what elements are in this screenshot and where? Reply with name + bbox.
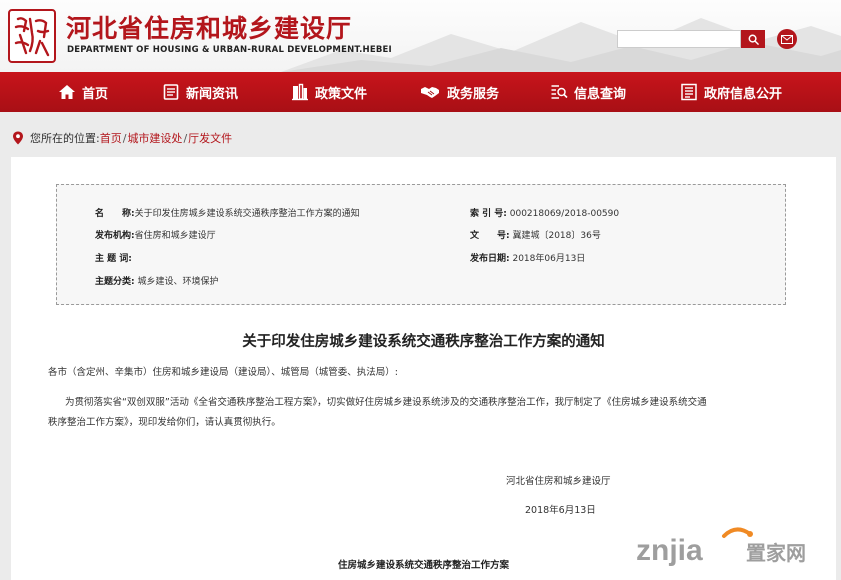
meta-index-value: 000218069/2018-00590 [509, 209, 620, 219]
meta-name-row: 名 称:关于印发住房城乡建设系统交通秩序整治工作方案的通知 [95, 206, 360, 219]
meta-index-label: 索 引 号: [470, 209, 507, 219]
nav-item-label: 新闻资讯 [186, 86, 239, 102]
seal-logo-icon[interactable] [8, 9, 56, 63]
news-icon [163, 84, 179, 100]
main-nav: 首页 新闻资讯 政策文件 政务服务 信息查询 政府信息公开 [0, 72, 841, 112]
nav-item-services[interactable]: 政务服务 [419, 72, 499, 112]
document-signer: 河北省住房和城乡建设厅 [506, 476, 611, 487]
nav-item-label: 政府信息公开 [704, 86, 783, 102]
document-body-line-1: 为贯彻落实省“双创双服”活动《全省交通秩序整治工程方案》，切实做好住房城乡建设系… [65, 397, 707, 408]
search-icon [748, 34, 759, 45]
watermark-text: 置家网 [746, 541, 806, 565]
mail-button[interactable] [777, 29, 797, 49]
document-title: 关于印发住房城乡建设系统交通秩序整治工作方案的通知 [242, 334, 605, 350]
nav-item-inquiry[interactable]: 信息查询 [550, 72, 626, 112]
document-list-icon [681, 83, 697, 101]
breadcrumb-home-link[interactable]: 首页 [100, 130, 122, 146]
nav-item-home[interactable]: 首页 [58, 72, 108, 112]
breadcrumb-separator: / [183, 131, 188, 145]
meta-publisher-value: 省住房和城乡建设厅 [134, 231, 216, 241]
meta-category-label: 主题分类: [95, 277, 135, 287]
meta-date-row: 发布日期: 2018年06月13日 [470, 251, 585, 264]
meta-category-value: 城乡建设、环境保护 [137, 277, 219, 287]
location-pin-icon [13, 131, 23, 145]
nav-item-gov-info[interactable]: 政府信息公开 [680, 72, 782, 112]
breadcrumb: 您所在的位置: 首页 / 城市建设处 / 厅发文件 [12, 130, 232, 146]
search-list-icon [551, 85, 568, 99]
handshake-icon [421, 87, 439, 98]
meta-subject-row: 主 题 词: [95, 251, 132, 264]
nav-item-policy[interactable]: 政策文件 [291, 72, 367, 112]
meta-docno-label: 文 号: [470, 231, 510, 241]
home-icon [59, 85, 75, 99]
nav-item-label: 信息查询 [574, 86, 627, 102]
meta-docno-row: 文 号: 冀建城〔2018〕36号 [470, 228, 601, 241]
meta-name-value: 关于印发住房城乡建设系统交通秩序整治工作方案的通知 [134, 209, 360, 219]
site-title: 河北省住房和城乡建设厅 [66, 14, 353, 43]
breadcrumb-docs-link[interactable]: 厅发文件 [188, 130, 232, 146]
site-subtitle: DEPARTMENT OF HOUSING & URBAN-RURAL DEVE… [67, 45, 392, 55]
building-icon [292, 83, 308, 101]
meta-docno-value: 冀建城〔2018〕36号 [512, 231, 601, 241]
search-input[interactable] [617, 30, 741, 48]
meta-date-label: 发布日期: [470, 254, 510, 264]
meta-name-label: 名 称: [95, 209, 135, 219]
meta-date-value: 2018年06月13日 [512, 254, 586, 264]
meta-index-row: 索 引 号: 000218069/2018-00590 [470, 206, 619, 219]
breadcrumb-separator: / [122, 131, 127, 145]
document-sign-date: 2018年6月13日 [525, 505, 596, 516]
document-body-line-2: 秩序整治工作方案》，现印发给你们，请认真贯彻执行。 [48, 417, 281, 428]
meta-category-row: 主题分类: 城乡建设、环境保护 [95, 274, 219, 287]
nav-item-label: 首页 [82, 86, 109, 102]
content-panel: 名 称:关于印发住房城乡建设系统交通秩序整治工作方案的通知 发布机构:省住房和城… [11, 157, 836, 580]
breadcrumb-city-link[interactable]: 城市建设处 [127, 130, 182, 146]
search-button[interactable] [741, 30, 765, 48]
document-meta-box: 名 称:关于印发住房城乡建设系统交通秩序整治工作方案的通知 发布机构:省住房和城… [56, 184, 786, 305]
watermark-brand: znjia [636, 534, 703, 567]
breadcrumb-prefix: 您所在的位置: [30, 132, 100, 145]
meta-publisher-label: 发布机构: [95, 231, 135, 241]
nav-item-label: 政务服务 [447, 86, 500, 102]
nav-item-news[interactable]: 新闻资讯 [162, 72, 238, 112]
meta-publisher-row: 发布机构:省住房和城乡建设厅 [95, 228, 216, 241]
meta-subject-label: 主 题 词: [95, 254, 132, 264]
site-header: 河北省住房和城乡建设厅 DEPARTMENT OF HOUSING & URBA… [0, 0, 841, 72]
envelope-icon [781, 34, 793, 44]
nav-item-label: 政策文件 [315, 86, 368, 102]
document-salutation: 各市（含定州、辛集市）住房和城乡建设局（建设局）、城管局（城管委、执法局）: [48, 367, 398, 378]
znjia-watermark-logo: znjia 置家网 [636, 527, 806, 567]
